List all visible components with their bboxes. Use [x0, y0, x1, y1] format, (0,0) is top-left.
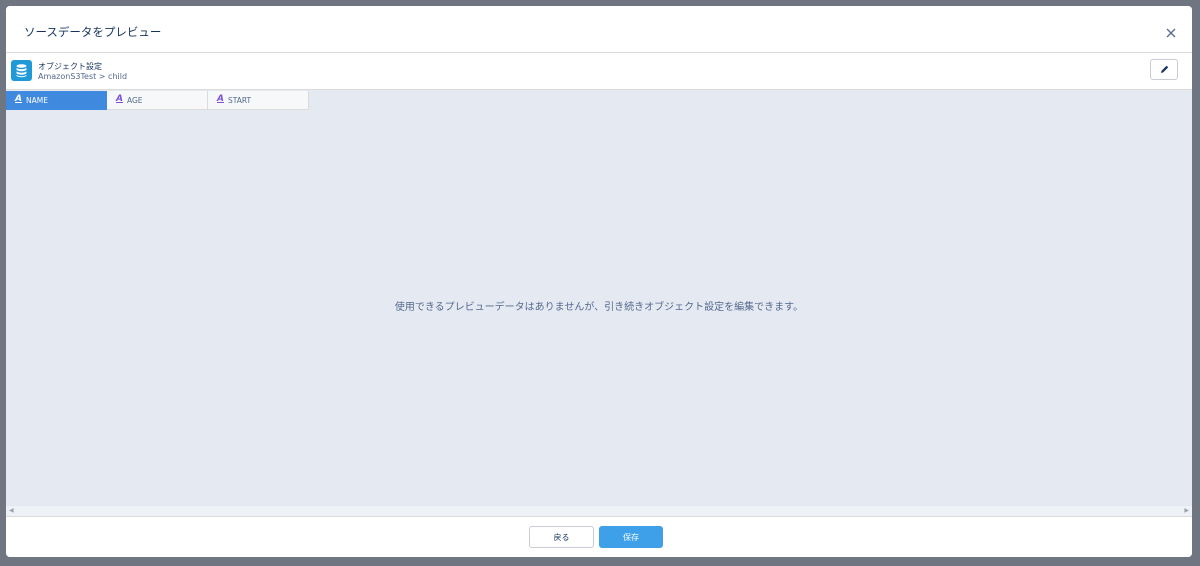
- column-headers: A NAME A AGE A START: [6, 91, 309, 110]
- modal-title: ソースデータをプレビュー: [24, 25, 162, 39]
- back-button[interactable]: 戻る: [529, 526, 594, 548]
- pencil-icon: [1161, 65, 1169, 73]
- text-type-icon: A: [217, 94, 224, 104]
- close-button[interactable]: [1164, 25, 1178, 39]
- text-type-icon: A: [116, 94, 123, 104]
- object-settings-title: オブジェクト設定: [38, 62, 102, 71]
- text-type-icon: A: [15, 94, 22, 104]
- preview-modal: ソースデータをプレビュー オブジェクト設定 AmazonS3Test > chi…: [6, 6, 1192, 557]
- column-header-age[interactable]: A AGE: [107, 91, 208, 110]
- empty-state-message: 使用できるプレビューデータはありませんが、引き続きオブジェクト設定を編集できます…: [394, 302, 804, 313]
- close-icon: [1166, 28, 1176, 38]
- column-header-start[interactable]: A START: [208, 91, 309, 110]
- scroll-right-icon[interactable]: ▶: [1184, 508, 1189, 514]
- save-button[interactable]: 保存: [599, 526, 663, 548]
- scroll-left-icon[interactable]: ◀: [9, 508, 14, 514]
- edit-button[interactable]: [1150, 59, 1178, 80]
- modal-header: ソースデータをプレビュー: [6, 6, 1192, 53]
- database-icon: [11, 60, 32, 81]
- preview-area: A NAME A AGE A START 使用できるプレビューデータはありません…: [6, 90, 1192, 505]
- object-settings-bar: オブジェクト設定 AmazonS3Test > child: [6, 53, 1192, 90]
- modal-footer: 戻る 保存: [6, 516, 1192, 557]
- column-label: START: [228, 96, 252, 105]
- column-header-name[interactable]: A NAME: [6, 91, 107, 110]
- column-label: AGE: [127, 96, 143, 105]
- object-path: AmazonS3Test > child: [38, 72, 128, 81]
- column-label: NAME: [26, 96, 48, 105]
